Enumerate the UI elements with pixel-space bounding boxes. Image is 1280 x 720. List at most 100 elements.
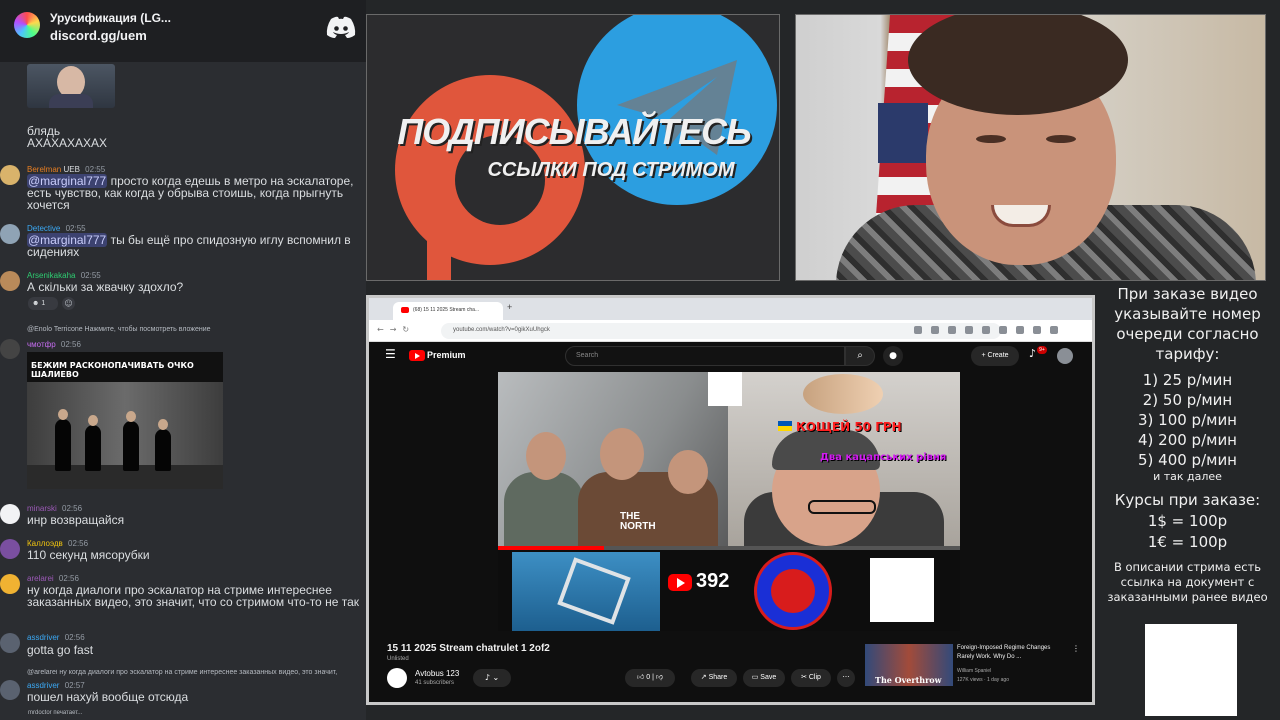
video-player[interactable]: THE NORTH КОЩЕЙ 50 ГРН Два кацапських рі… [498,372,960,631]
server-invite-link: discord.gg/uem [50,28,147,43]
message-image-thumbnail[interactable] [27,64,115,108]
youtube-favicon-icon [401,307,409,313]
browser-window: (68) 15 11 2025 Stream cha... + ←→↻ yout… [366,295,1095,705]
pricing-tier: 4) 200 р/мин [1137,431,1237,449]
account-avatar[interactable] [1057,348,1073,364]
drone-image [512,552,660,631]
reaction-button[interactable]: ☻ 1 [28,297,58,310]
exchange-rates-title: Курсы при заказе: [1114,491,1261,509]
author-name[interactable]: arelarei [27,574,54,583]
message-header: assdriver 02:56 [27,633,85,642]
user-avatar[interactable] [0,504,20,524]
user-avatar[interactable] [0,633,20,653]
message-header: assdriver 02:57 [27,681,85,690]
exchange-rates: Курсы при заказе: 1$ = 100р 1€ = 100р [1095,490,1280,553]
tab-title: (68) 15 11 2025 Stream cha... [413,307,480,313]
server-name: Урусификация (LG... [50,11,171,25]
like-count: 0 [646,674,651,681]
extension-icons[interactable] [914,326,1084,336]
channel-emblem [754,552,832,630]
author-name[interactable]: чмотфр [27,340,56,349]
message-time: 02:56 [64,633,85,642]
message-image-attachment[interactable]: БЕЖИМ РАСКОНОПАЧИВАТЬ ОЧКО ШАЛИЕВО [27,352,223,489]
more-options-icon[interactable]: ⋮ [1072,644,1080,653]
recommended-video-author[interactable]: William Spaniel [957,668,991,674]
message-header: arelarei 02:56 [27,574,79,583]
discord-chat-panel: Урусификация (LG... discord.gg/uem блядь… [0,0,366,720]
message-header: minarski 02:56 [27,504,82,513]
user-avatar[interactable] [0,165,20,185]
author-name[interactable]: Berelman [27,165,61,174]
search-input[interactable]: Search [565,346,845,366]
add-reaction-icon[interactable]: ☺ [62,297,75,310]
recommended-video-title[interactable]: Foreign-Imposed Regime Changes Rarely Wo… [957,644,1069,662]
browser-tab-bar: (68) 15 11 2025 Stream cha... + [369,298,1092,320]
message-header: Каллоэдв 02:56 [27,539,88,548]
clip-button[interactable]: ✂ Clip [791,669,831,687]
message-time: 02:56 [60,340,81,349]
author-name[interactable]: Detective [27,224,60,233]
recommended-video-thumbnail[interactable]: The Overthrow [865,644,953,686]
user-avatar[interactable] [0,271,20,291]
message-header: чмотфр 02:56 [27,340,81,349]
message-text: ну когда диалоги про эскалатор на стриме… [27,583,359,609]
order-pricing-panel: При заказе видео указывайте номер очеред… [1095,282,1280,720]
message-time: 02:55 [85,165,106,174]
message-text: 110 секунд мясорубки [27,548,150,562]
user-avatar[interactable] [0,539,20,559]
author-name[interactable]: Arsenikakaha [27,271,75,280]
save-label: Save [760,674,777,681]
message-time: 02:56 [58,574,79,583]
share-button[interactable]: ↗ Share [691,669,737,687]
reply-preview[interactable]: @arelarei ну когда диалоги про эскалатор… [27,669,363,676]
message-header: Detective 02:55 [27,224,86,233]
promo-subtitle: ССЫЛКИ ПОД СТРИМОМ [487,159,735,181]
discord-server-header: Урусификация (LG... discord.gg/uem [0,0,366,62]
channel-avatar[interactable] [387,668,407,688]
shirt-logo-text: THE NORTH [620,511,656,532]
donation-alert-text: КОЩЕЙ 50 ГРН [796,420,902,434]
create-label: Create [987,352,1009,359]
message-time: 02:56 [68,539,89,548]
message-time: 02:55 [65,224,86,233]
youtube-premium-label[interactable]: Premium [427,350,466,360]
create-button[interactable]: + Create [971,346,1019,366]
qr-code [1145,624,1237,716]
message-time: 02:57 [64,681,85,690]
pricing-tier: 2) 50 р/мин [1142,391,1233,409]
message-text: @marginal777 ты бы ещё про спидозную игл… [27,233,365,258]
user-avatar[interactable] [0,680,20,700]
video-title: 15 11 2025 Stream chatrulet 1 2of2 [387,643,550,654]
menu-icon[interactable]: ☰ [385,347,396,361]
discord-logo-icon [326,16,356,38]
server-icon [14,12,40,38]
reply-preview[interactable]: @Enolo Terricone Нажмите, чтобы посмотре… [27,326,211,333]
microphone-icon[interactable]: ● [883,346,903,366]
author-name[interactable]: assdriver [27,633,59,642]
notifications-bell-icon[interactable]: ♪ [1029,347,1036,360]
search-icon[interactable]: ⌕ [845,346,875,366]
user-avatar[interactable] [0,574,20,594]
reaction-count: 1 [41,300,46,307]
browser-tab[interactable]: (68) 15 11 2025 Stream cha... [393,302,503,320]
browser-address-bar: ←→↻ youtube.com/watch?v=0gikXuUhgck [369,320,1092,342]
new-tab-icon[interactable]: + [507,302,512,312]
youtube-logo-icon[interactable] [409,350,425,361]
like-button[interactable]: 👍︎ 0 | 👎︎ [625,669,675,687]
youtube-logo-icon [668,574,692,591]
message-text: инр возвращайся [27,513,125,527]
save-button[interactable]: ▭ Save [743,669,785,687]
author-name[interactable]: assdriver [27,681,59,690]
message-header: Berelman UEB 02:55 [27,165,105,174]
author-name[interactable]: Каллоэдв [27,539,63,548]
thumbnail-text: The Overthrow [875,675,942,685]
message-text: gotta go fast [27,643,94,657]
user-avatar[interactable] [0,339,20,359]
user-avatar[interactable] [0,224,20,244]
subscription-bell-button[interactable]: ♪ ⌄ [473,669,511,687]
recommended-video-meta: 127K views · 1 day ago [957,677,1009,683]
navigation-arrows-icon[interactable]: ←→↻ [377,325,415,334]
author-name[interactable]: minarski [27,504,57,513]
more-actions-icon[interactable]: ⋯ [837,669,855,687]
channel-name[interactable]: Avtobus 123 [415,669,459,678]
